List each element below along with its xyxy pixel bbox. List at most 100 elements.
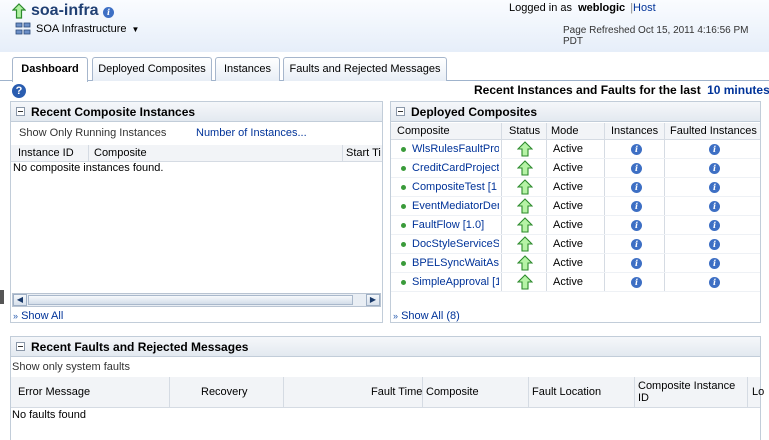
col-composite-instance-id[interactable]: Composite Instance ID	[638, 380, 743, 404]
recent-faults-title: Recent Faults and Rejected Messages	[31, 340, 249, 354]
status-dot-icon	[401, 165, 406, 171]
status-up-icon	[517, 160, 533, 179]
composite-name[interactable]: FaultFlow [1.0]	[412, 219, 484, 231]
summary-text: Recent Instances and Faults for the last	[474, 83, 701, 97]
instances-info-icon[interactable]: i	[631, 277, 642, 288]
tab-deployed-composites[interactable]: Deployed Composites	[92, 57, 212, 81]
soa-infrastructure-label: SOA Infrastructure	[36, 23, 127, 35]
faulted-info-icon[interactable]: i	[709, 220, 720, 231]
composite-link[interactable]: BPELSyncWaitAss	[401, 254, 499, 273]
col-location[interactable]: Lo	[752, 377, 764, 408]
composite-mode: Active	[553, 219, 583, 231]
page-header: soa-infra i SOA Infrastructure ▼ Logged …	[0, 0, 769, 52]
instances-info-icon[interactable]: i	[631, 182, 642, 193]
show-all-icon: »	[393, 311, 399, 321]
info-icon[interactable]: i	[103, 7, 114, 18]
composite-name[interactable]: DocStyleServiceSe	[412, 238, 499, 250]
instances-info-icon[interactable]: i	[631, 220, 642, 231]
status-dot-icon	[401, 184, 406, 190]
tab-bar: Dashboard Deployed Composites Instances …	[0, 52, 769, 82]
scroll-right-icon[interactable]: ▶	[366, 294, 380, 306]
instances-info-icon[interactable]: i	[631, 239, 642, 250]
col-start-time[interactable]: Start Ti	[346, 145, 381, 162]
status-dot-icon	[401, 241, 406, 247]
composite-link[interactable]: CompositeTest [1	[401, 178, 499, 197]
col-instances[interactable]: Instances	[611, 123, 658, 140]
faulted-info-icon[interactable]: i	[709, 163, 720, 174]
col-fault-location[interactable]: Fault Location	[532, 377, 601, 408]
col-status[interactable]: Status	[509, 123, 540, 140]
faulted-info-icon[interactable]: i	[709, 277, 720, 288]
composites-show-all[interactable]: » Show All (8)	[393, 310, 460, 322]
composite-link[interactable]: DocStyleServiceSe	[401, 235, 499, 254]
collapse-icon[interactable]	[16, 107, 25, 116]
instances-info-icon[interactable]: i	[631, 144, 642, 155]
composite-name[interactable]: EventMediatorDen	[412, 200, 499, 212]
composite-name[interactable]: CreditCardProject	[412, 162, 499, 174]
col-composite[interactable]: Composite	[94, 145, 147, 162]
collapse-icon[interactable]	[16, 342, 25, 351]
summary-line: Recent Instances and Faults for the last…	[474, 83, 769, 97]
table-row: DocStyleServiceSe Active i i	[391, 235, 760, 254]
composite-name[interactable]: CompositeTest [1	[412, 181, 497, 193]
col-mode[interactable]: Mode	[551, 123, 579, 140]
horizontal-scrollbar[interactable]: ◀ ▶	[12, 293, 381, 307]
col-fault-time[interactable]: Fault Time	[371, 377, 422, 408]
tab-faults-rejected[interactable]: Faults and Rejected Messages	[283, 57, 447, 81]
host-link[interactable]: Host	[633, 2, 656, 14]
logged-in-prefix: Logged in as	[509, 2, 572, 14]
show-all-icon: »	[13, 311, 19, 321]
composites-column-header: Composite Status Mode Instances Faulted …	[391, 123, 760, 140]
col-error-message[interactable]: Error Message	[18, 377, 90, 408]
table-row: WlsRulesFaultProj Active i i	[391, 140, 760, 159]
composite-mode: Active	[553, 238, 583, 250]
number-of-instances-link[interactable]: Number of Instances...	[196, 127, 307, 139]
system-faults-label: Show only system faults	[12, 361, 130, 373]
instances-info-icon[interactable]: i	[631, 163, 642, 174]
instances-show-all-link[interactable]: Show All	[21, 310, 63, 322]
status-up-icon	[517, 141, 533, 160]
faults-column-header: Error Message Recovery Fault Time Compos…	[11, 377, 764, 408]
instances-info-icon[interactable]: i	[631, 258, 642, 269]
status-dot-icon	[401, 222, 406, 228]
faulted-info-icon[interactable]: i	[709, 201, 720, 212]
col-faulted-instances[interactable]: Faulted Instances	[670, 123, 757, 140]
col-recovery[interactable]: Recovery	[201, 377, 247, 408]
faulted-info-icon[interactable]: i	[709, 258, 720, 269]
composites-show-all-link[interactable]: Show All (8)	[401, 310, 460, 322]
faulted-info-icon[interactable]: i	[709, 182, 720, 193]
scroll-thumb[interactable]	[28, 295, 353, 305]
composite-link[interactable]: FaultFlow [1.0]	[401, 216, 499, 235]
composite-mode: Active	[553, 276, 583, 288]
col-instance-id[interactable]: Instance ID	[18, 145, 74, 162]
instances-info-icon[interactable]: i	[631, 201, 642, 212]
faulted-info-icon[interactable]: i	[709, 144, 720, 155]
tab-instances[interactable]: Instances	[215, 57, 280, 81]
status-up-icon	[517, 236, 533, 255]
composite-name[interactable]: WlsRulesFaultProj	[412, 143, 499, 155]
status-dot-icon	[401, 203, 406, 209]
composite-link[interactable]: SimpleApproval [1	[401, 273, 499, 292]
scroll-left-icon[interactable]: ◀	[13, 294, 27, 306]
composite-link[interactable]: WlsRulesFaultProj	[401, 140, 499, 159]
composite-link[interactable]: EventMediatorDen	[401, 197, 499, 216]
composite-link[interactable]: CreditCardProject	[401, 159, 499, 178]
collapse-icon[interactable]	[396, 107, 405, 116]
splitter-handle[interactable]	[0, 290, 4, 304]
status-up-icon	[517, 198, 533, 217]
col-composite[interactable]: Composite	[397, 123, 450, 140]
period-link[interactable]: 10 minutes	[707, 83, 769, 97]
faulted-info-icon[interactable]: i	[709, 239, 720, 250]
soa-infrastructure-menu[interactable]: SOA Infrastructure ▼	[36, 23, 139, 35]
composite-name[interactable]: BPELSyncWaitAss	[412, 257, 499, 269]
recent-instances-panel: Recent Composite Instances Show Only Run…	[10, 101, 383, 323]
help-icon[interactable]: ?	[12, 84, 26, 98]
status-up-icon	[517, 179, 533, 198]
tab-dashboard[interactable]: Dashboard	[12, 57, 88, 82]
composite-mode: Active	[553, 181, 583, 193]
status-dot-icon	[401, 260, 406, 266]
composite-name[interactable]: SimpleApproval [1	[412, 276, 499, 288]
col-composite[interactable]: Composite	[426, 377, 479, 408]
instances-show-all[interactable]: » Show All	[13, 310, 63, 322]
recent-faults-header: Recent Faults and Rejected Messages	[11, 337, 760, 357]
